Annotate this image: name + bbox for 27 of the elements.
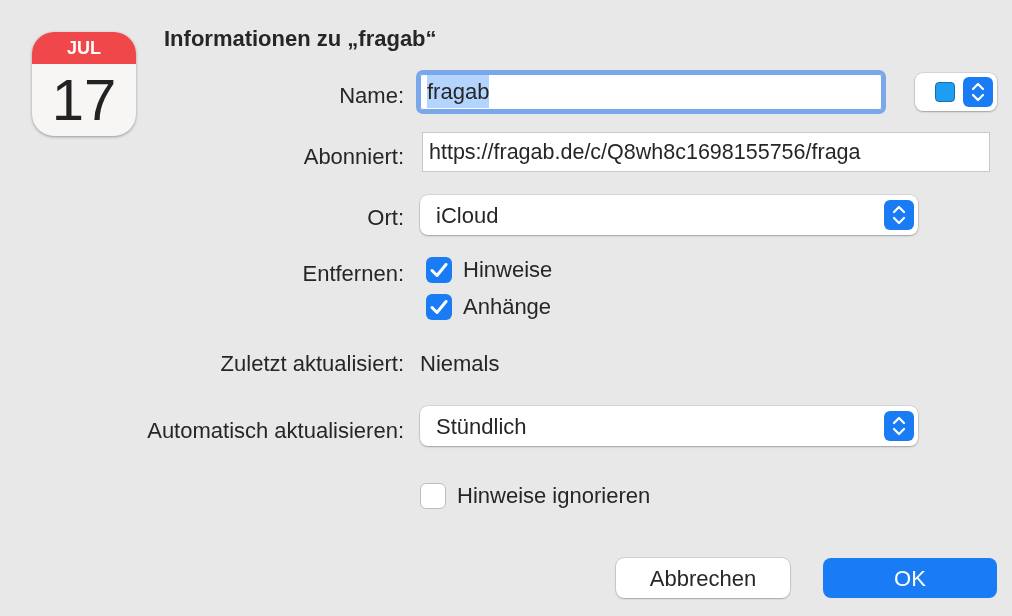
cancel-button[interactable]: Abbrechen bbox=[616, 558, 790, 598]
checkbox-label[interactable]: Hinweise bbox=[463, 253, 553, 286]
checkbox[interactable] bbox=[420, 482, 446, 509]
checkbox[interactable] bbox=[426, 293, 452, 320]
dropdown[interactable]: Stündlich bbox=[420, 406, 918, 446]
field-label: Abonniert: bbox=[303, 143, 404, 171]
field-label: Automatisch aktualisieren: bbox=[147, 417, 404, 445]
field-label: Ort: bbox=[367, 204, 404, 232]
field-label: Entfernen: bbox=[302, 260, 404, 288]
stepper-icon bbox=[884, 411, 914, 441]
checkbox[interactable] bbox=[426, 256, 452, 283]
dropdown[interactable]: iCloud bbox=[420, 195, 918, 235]
checkbox-label[interactable]: Anhänge bbox=[463, 290, 552, 323]
color-picker[interactable] bbox=[915, 72, 997, 111]
field-label: Zuletzt aktualisiert: bbox=[220, 350, 404, 378]
url-field[interactable]: https://fragab.de/c/Q8wh8c1698155756/fraga bbox=[422, 132, 990, 172]
calendar-month: JUL bbox=[67, 36, 101, 60]
status-text: Niemals bbox=[420, 350, 501, 378]
dialog-title: Informationen zu „fragab“ bbox=[164, 25, 438, 53]
stepper-icon bbox=[963, 76, 993, 107]
checkbox-label[interactable]: Hinweise ignorieren bbox=[457, 479, 651, 512]
checkmark-icon bbox=[430, 298, 448, 315]
field-label: Name: bbox=[339, 82, 404, 110]
checkmark-icon bbox=[430, 261, 448, 278]
ok-button[interactable]: OK bbox=[823, 558, 997, 598]
calendar-day: 17 bbox=[51, 71, 117, 129]
stepper-icon bbox=[884, 200, 914, 230]
